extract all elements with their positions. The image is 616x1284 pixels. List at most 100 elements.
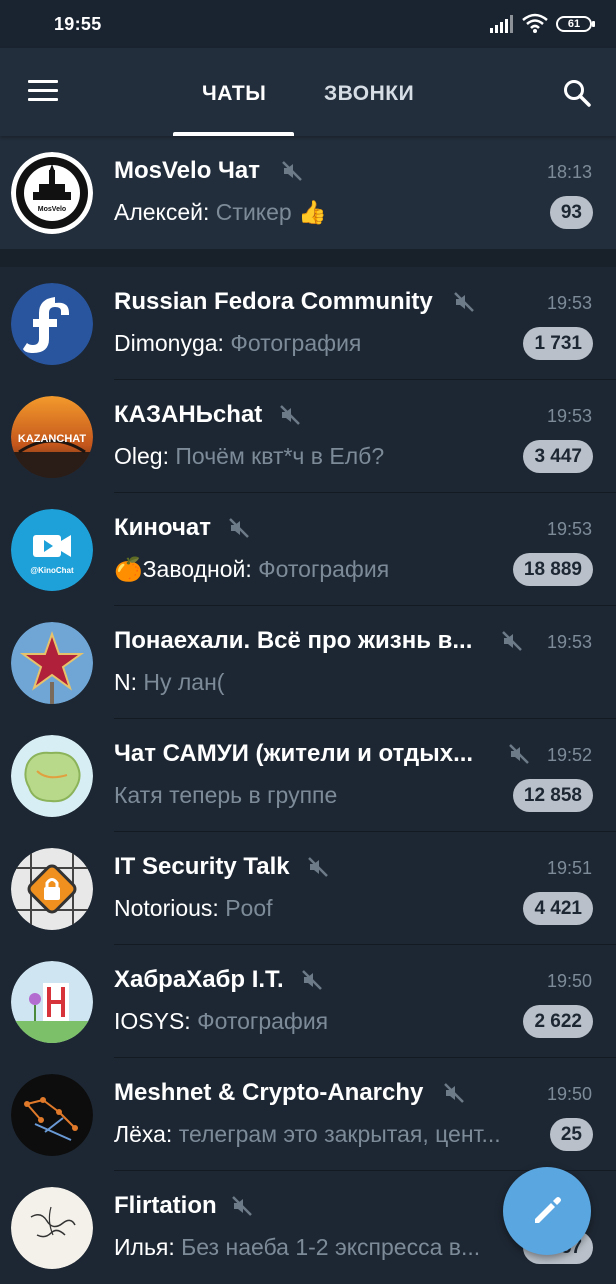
wifi-icon: [522, 13, 548, 33]
message-text: Без наеба 1-2 экспресса в...: [181, 1234, 481, 1260]
mute-icon: [282, 161, 302, 181]
compose-button[interactable]: [503, 1167, 591, 1255]
chat-row-kinochat[interactable]: @KinoChat Киночат 19:53 🍊Заводной: Фотог…: [0, 493, 616, 606]
message-text: Ну лан(: [143, 669, 225, 695]
search-icon[interactable]: [562, 78, 592, 108]
chat-time: 19:51: [546, 858, 592, 878]
habr-avatar: [11, 961, 93, 1043]
message-sender: Oleg:: [114, 443, 169, 469]
chat-row-it-security[interactable]: IT Security Talk 19:51 Notorious: Poof 4…: [0, 832, 616, 945]
message-text: Катя теперь в группе: [114, 782, 338, 808]
unread-badge: 12 858: [512, 779, 593, 812]
message-sender: N:: [114, 669, 137, 695]
kremlin-star-avatar: [11, 622, 93, 704]
unread-badge: 4 421: [523, 892, 593, 925]
unread-badge: 18 889: [512, 553, 593, 586]
chat-time: 19:53: [546, 519, 592, 539]
status-time: 19:55: [54, 14, 102, 34]
active-tab-indicator: [173, 132, 294, 136]
mute-icon: [229, 518, 249, 538]
unread-badge: 3 447: [523, 440, 593, 473]
svg-text:MosVelo: MosVelo: [38, 206, 66, 213]
chat-row-meshnet[interactable]: Meshnet & Crypto-Anarchy 19:50 Лёха: тел…: [0, 1058, 616, 1171]
chat-name: КАЗАНЬchat: [114, 401, 263, 428]
unread-badge: 93: [549, 196, 593, 229]
menu-icon[interactable]: [28, 80, 58, 102]
mute-icon: [509, 744, 529, 764]
fedora-avatar: [11, 283, 93, 365]
chat-row-fedora[interactable]: Russian Fedora Community 19:53 Dimonyga:…: [0, 267, 616, 380]
chat-last-message: Oleg: Почём квт*ч в Елб?: [114, 443, 384, 470]
message-text: Фотография: [258, 556, 390, 582]
unread-badge: 2 622: [523, 1005, 593, 1038]
message-sender: Илья:: [114, 1234, 175, 1260]
chat-row-habr[interactable]: ХабраХабр I.T. 19:50 IOSYS: Фотография 2…: [0, 945, 616, 1058]
chat-row-ponaehali[interactable]: Понаехали. Всё про жизнь в... 19:53 N: Н…: [0, 606, 616, 719]
message-text: Почём квт*ч в Елб?: [175, 443, 385, 469]
signal-icon: [490, 15, 513, 33]
message-sender: Dimonyga:: [114, 330, 224, 356]
svg-text:@KinoChat: @KinoChat: [30, 566, 74, 575]
chat-time: 18:13: [546, 162, 592, 182]
tab-chats[interactable]: ЧАТЫ: [202, 82, 266, 106]
chat-last-message: Dimonyga: Фотография: [114, 330, 361, 357]
chat-last-message: 🍊Заводной: Фотография: [114, 556, 389, 583]
message-text: Poof: [225, 895, 273, 921]
kinochat-avatar: @KinoChat: [11, 509, 93, 591]
chat-time: 19:50: [546, 1084, 592, 1104]
message-sender: Лёха:: [114, 1121, 173, 1147]
chat-time: 19:52: [546, 745, 592, 765]
chat-time: 19:50: [546, 971, 592, 991]
chat-last-message: Алексей: Стикер 👍: [114, 199, 327, 226]
chat-time: 19:53: [546, 293, 592, 313]
chat-name: Flirtation: [114, 1192, 217, 1219]
message-text: Фотография: [197, 1008, 329, 1034]
samui-map-avatar: [11, 735, 93, 817]
lock-avatar: [11, 848, 93, 930]
kazanchat-avatar: KAZANCHAT: [11, 396, 93, 478]
unread-badge: 1 731: [523, 327, 593, 360]
chat-last-message: N: Ну лан(: [114, 669, 224, 696]
message-sender: Алексей:: [114, 199, 210, 225]
flirtation-avatar: [11, 1187, 93, 1269]
chat-time: 19:53: [546, 406, 592, 426]
chat-name: MosVelo Чат: [114, 157, 260, 184]
message-text: Стикер 👍: [215, 199, 327, 225]
chat-name: Чат САМУИ (жители и отдых...: [114, 740, 474, 767]
chat-name: Meshnet & Crypto-Anarchy: [114, 1079, 424, 1106]
message-sender: Notorious:: [114, 895, 219, 921]
mute-icon: [502, 631, 522, 651]
chat-name: Понаехали. Всё про жизнь в...: [114, 627, 473, 654]
chat-time: 19:53: [546, 632, 592, 652]
chat-row-samui[interactable]: Чат САМУИ (жители и отдых... 19:52 Катя …: [0, 719, 616, 832]
chat-last-message: IOSYS: Фотография: [114, 1008, 328, 1035]
chat-last-message: Илья: Без наеба 1-2 экспресса в...: [114, 1234, 480, 1261]
pencil-icon: [535, 1197, 561, 1223]
pinned-divider: [0, 249, 616, 267]
chat-name: ХабраХабр I.T.: [114, 966, 284, 993]
meshnet-avatar: [11, 1074, 93, 1156]
chat-last-message: Notorious: Poof: [114, 895, 273, 922]
chat-last-message: Лёха: телеграм это закрытая, цент...: [114, 1121, 501, 1148]
message-sender: 🍊Заводной:: [114, 556, 252, 582]
status-bar: 19:55 61: [0, 0, 616, 48]
message-text: телеграм это закрытая, цент...: [178, 1121, 501, 1147]
mosvelo-avatar: MosVelo: [11, 152, 93, 234]
battery-icon: 61: [556, 16, 595, 32]
mute-icon: [302, 970, 322, 990]
message-text: Фотография: [230, 330, 362, 356]
svg-text:KAZANCHAT: KAZANCHAT: [18, 433, 87, 445]
mute-icon: [232, 1196, 252, 1216]
chat-name: Киночат: [114, 514, 211, 541]
tab-calls[interactable]: ЗВОНКИ: [324, 82, 414, 106]
mute-icon: [454, 292, 474, 312]
chat-row-kazanchat[interactable]: KAZANCHAT КАЗАНЬchat 19:53 Oleg: Почём к…: [0, 380, 616, 493]
message-sender: IOSYS:: [114, 1008, 191, 1034]
chat-row-mosvelo[interactable]: MosVelo MosVelo Чат 18:13 Алексей: Стике…: [0, 136, 616, 249]
unread-badge: 25: [549, 1118, 593, 1151]
app-bar: ЧАТЫ ЗВОНКИ: [0, 48, 616, 136]
chat-name: Russian Fedora Community: [114, 288, 433, 315]
mute-icon: [280, 405, 300, 425]
chat-name: IT Security Talk: [114, 853, 290, 880]
mute-icon: [444, 1083, 464, 1103]
